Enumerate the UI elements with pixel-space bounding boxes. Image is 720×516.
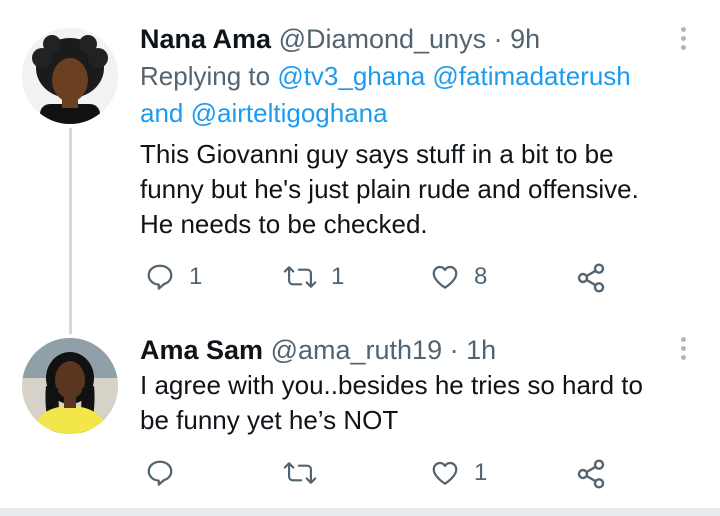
avatar-image bbox=[22, 28, 118, 124]
tweet-ama-sam[interactable]: Ama Sam @ama_ruth19 · 1h I agree with yo… bbox=[0, 330, 720, 508]
more-icon-dot bbox=[680, 36, 686, 41]
reply-button[interactable]: 1 bbox=[145, 260, 202, 294]
mention-link[interactable]: @tv3_ghana bbox=[277, 61, 425, 91]
user-handle[interactable]: @ama_ruth19 bbox=[271, 335, 443, 365]
tweet-header: Nana Ama @Diamond_unys · 9h bbox=[140, 22, 540, 56]
separator-dot: · bbox=[493, 24, 503, 54]
like-count: 1 bbox=[474, 459, 488, 486]
mention-link[interactable]: @airteltigoghana bbox=[191, 98, 388, 128]
reply-icon bbox=[147, 460, 173, 486]
timeline-divider bbox=[0, 508, 720, 516]
retweet-icon bbox=[283, 462, 317, 484]
tweet-text-line: He needs to be checked. bbox=[140, 209, 428, 239]
share-button[interactable] bbox=[575, 457, 607, 491]
reply-count: 1 bbox=[189, 263, 203, 290]
more-icon-dot bbox=[680, 346, 686, 351]
retweet-button[interactable]: 1 bbox=[283, 260, 344, 294]
timestamp[interactable]: 9h bbox=[510, 24, 540, 54]
tweet-text-line: I agree with you..besides he tries so ha… bbox=[140, 370, 643, 400]
reply-icon bbox=[147, 264, 173, 290]
share-icon bbox=[577, 459, 605, 489]
thread-connector-line bbox=[69, 128, 72, 334]
more-options-button[interactable] bbox=[676, 337, 690, 367]
retweet-icon bbox=[283, 266, 317, 288]
share-icon bbox=[577, 263, 605, 293]
tweet-header: Ama Sam @ama_ruth19 · 1h bbox=[140, 333, 496, 367]
like-button[interactable]: 8 bbox=[430, 260, 487, 294]
avatar[interactable] bbox=[22, 338, 118, 434]
mention-and-text: and bbox=[140, 98, 184, 128]
separator-dot: · bbox=[449, 335, 459, 365]
retweet-button[interactable] bbox=[283, 456, 317, 490]
replying-to-label: Replying to bbox=[140, 61, 271, 91]
tweet-text: I agree with you..besides he tries so ha… bbox=[140, 368, 700, 438]
avatar-image bbox=[22, 338, 118, 434]
more-icon-dot bbox=[680, 45, 686, 50]
replying-to: Replying to @tv3_ghana @fatimadaterush a… bbox=[140, 58, 631, 132]
timestamp[interactable]: 1h bbox=[466, 335, 496, 365]
tweet-text: This Giovanni guy says stuff in a bit to… bbox=[140, 137, 700, 242]
reply-button[interactable] bbox=[145, 456, 175, 490]
like-count: 8 bbox=[474, 263, 488, 290]
more-icon bbox=[680, 27, 686, 32]
more-options-button[interactable] bbox=[676, 27, 690, 57]
tweet-text-line: funny but he's just plain rude and offen… bbox=[140, 174, 639, 204]
avatar[interactable] bbox=[22, 28, 118, 124]
mention-link[interactable]: @fatimadaterush bbox=[432, 61, 630, 91]
more-icon-dot bbox=[680, 355, 686, 360]
like-button[interactable]: 1 bbox=[430, 456, 487, 490]
display-name[interactable]: Nana Ama bbox=[140, 24, 271, 54]
heart-icon bbox=[432, 265, 458, 289]
heart-icon bbox=[432, 461, 458, 485]
display-name[interactable]: Ama Sam bbox=[140, 335, 263, 365]
tweet-nana-ama[interactable]: Nana Ama @Diamond_unys · 9h Replying to … bbox=[0, 0, 720, 330]
more-icon bbox=[680, 337, 686, 342]
share-button[interactable] bbox=[575, 261, 607, 295]
tweet-text-line: This Giovanni guy says stuff in a bit to… bbox=[140, 139, 614, 169]
user-handle[interactable]: @Diamond_unys bbox=[279, 24, 487, 54]
tweet-text-line: be funny yet he’s NOT bbox=[140, 405, 399, 435]
retweet-count: 1 bbox=[331, 263, 345, 290]
